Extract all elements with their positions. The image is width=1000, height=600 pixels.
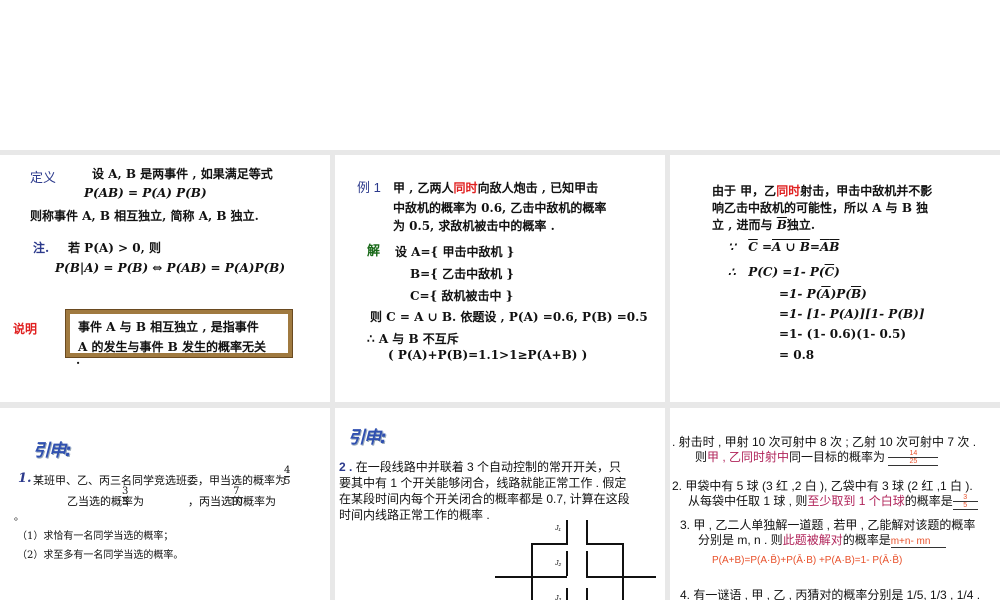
- solution-line-5: ∴ A 与 B 不互斥: [367, 332, 459, 346]
- eq3c: )P(: [830, 287, 851, 301]
- switch-j2-label: J₂: [555, 560, 562, 567]
- problem-4: 4. 有一谜语 , 甲 , 乙 , 丙猜对的概率分别是 1/5, 1/3 , 1…: [680, 588, 981, 600]
- fraction-3-5: 35: [122, 486, 129, 508]
- eq2: P(C) =1- P(: [748, 265, 825, 279]
- eq1-b: B: [829, 240, 840, 254]
- eq3b: A: [821, 287, 831, 301]
- explain-line-2: A 的发生与事件 B 发生的概率无关: [78, 340, 266, 354]
- slide-3[interactable]: 由于 甲，乙同时射击，甲击中敌机并不影 响乙击中敌机的可能性，所以 A 与 B …: [670, 155, 1000, 402]
- p1b: 则: [695, 450, 708, 464]
- p3-highlight: 此题被解对: [782, 533, 843, 547]
- p2b: 从每袋中任取 1 球 , 则: [688, 494, 808, 508]
- slide-4[interactable]: 引申: 1. 某班甲、乙、丙三名同学竞选班委，甲当选的概率为 45 乙当选的概率…: [0, 408, 330, 600]
- eq2-end: ): [834, 265, 840, 279]
- question-2: （2）求至多有一名同学当选的概率。: [17, 550, 184, 561]
- eq3e: ): [861, 287, 867, 301]
- note-equation: P(B|A) = P(B) ⇔ P(AB) = P(A)P(B): [55, 261, 285, 275]
- note-text: 若 P(A) > 0, 则: [68, 241, 161, 255]
- solution-line-2: B={ 乙击中敌机 }: [410, 267, 514, 281]
- eq1-union: A ∪ B: [772, 240, 810, 254]
- eq1-eq2: =: [809, 240, 820, 254]
- reason-line-2: 响乙击中敌机的可能性，所以 A 与 B 独: [712, 201, 929, 215]
- eq2-c: C: [824, 265, 835, 279]
- extension-title: 引申:: [33, 441, 72, 461]
- reason-line-3a: 立 , 进而: [712, 218, 761, 232]
- formula: P(A+B)=P(A·B̄)+P(Ā·B) +P(A·B)=1- P(Ā·B̄): [712, 555, 903, 566]
- p3b: 分别是 m, n . 则: [698, 533, 783, 547]
- example-highlight: 同时: [453, 181, 478, 195]
- p2-highlight: 至少取到 1 个白球: [807, 494, 905, 508]
- switch-j3-label: J₃: [555, 595, 562, 600]
- reason-line-1a: 由于 甲，乙: [712, 184, 777, 198]
- problem-number: 2 .: [339, 460, 353, 474]
- trailing-dot: .: [76, 353, 81, 367]
- explain-label: 说明: [13, 322, 38, 336]
- p2d: 的概率是: [904, 494, 953, 508]
- reason-line-3d: 独立.: [786, 218, 816, 232]
- fraction-7-10: 7 10: [230, 486, 243, 508]
- example-line-1a: 甲 , 乙两人: [393, 181, 454, 195]
- example-line-1b: 向敌人炮击 , 已知甲击: [477, 181, 599, 195]
- definition-label: 定义: [30, 170, 57, 185]
- eq1-eq: =: [761, 240, 772, 254]
- solution-line-6: ( P(A)+P(B)=1.1>1≥P(A+B) ): [388, 348, 588, 362]
- extension-title: 引申:: [348, 428, 387, 448]
- slide-5[interactable]: 引申: 2 . 在一段线路中并联着 3 个自动控制的常开开关，只 要其中有 1 …: [335, 408, 665, 600]
- therefore-symbol: ∴: [728, 265, 736, 279]
- problem-number: 1.: [18, 471, 32, 486]
- fraction-4-5: 45: [284, 465, 291, 487]
- eq1-c: C: [748, 240, 758, 254]
- example-line-3: 为 0.5, 求敌机被击中的概率 .: [393, 219, 555, 233]
- problem-line-3: 在某段时间内每个开关闭合的概率都是 0.7, 计算在这段: [339, 492, 630, 506]
- problem-line-2a: 乙当选的概率为: [67, 495, 144, 508]
- problem-line-2: 要其中有 1 个开关能够闭合，线路就能正常工作 . 假定: [339, 476, 627, 490]
- example-label: 例 1: [357, 180, 381, 195]
- example-line-2: 中敌机的概率为 0.6, 乙击中敌机的概率: [393, 201, 607, 215]
- definition-equation: P(AB) = P(A) P(B): [84, 186, 207, 200]
- note-label: 注.: [33, 241, 50, 255]
- eq6: = 0.8: [779, 348, 815, 362]
- eq1-a: A: [819, 240, 830, 254]
- definition-text: 设 A, B 是两事件 , 如果满足等式: [92, 167, 273, 181]
- eq3d: B: [850, 287, 862, 301]
- answer-2: 35: [952, 494, 978, 510]
- question-1: （1）求恰有一名同学当选的概率；: [17, 531, 174, 542]
- eq3a: =1- P(: [779, 287, 822, 301]
- answer-3: m+n- mn: [890, 536, 946, 548]
- solution-line-1: 设 A={ 甲击中敌机 }: [395, 245, 515, 259]
- explain-line-1: 事件 A 与 B 相互独立 , 是指事件: [78, 320, 259, 334]
- p1-highlight: 甲 , 乙同时射中: [707, 450, 790, 464]
- problem-end: 。: [14, 512, 24, 523]
- solution-line-4: 则 C = A ∪ B. 依题设 , P(A) =0.6, P(B) =0.5: [370, 310, 648, 324]
- solution-line-3: C={ 敌机被击中 }: [410, 289, 514, 303]
- explain-box: 事件 A 与 B 相互独立 , 是指事件 A 的发生与事件 B 发生的概率无关: [65, 309, 293, 358]
- solution-label: 解: [367, 244, 381, 259]
- because-symbol: ∵: [728, 240, 736, 254]
- reason-line-3b: 与: [760, 218, 777, 232]
- switch-j1-label: J₁: [555, 525, 561, 532]
- b-complement: B: [776, 218, 787, 232]
- reason-highlight: 同时: [776, 184, 801, 198]
- slide-6[interactable]: . 射击时 , 甲射 10 次可射中 8 次 ; 乙射 10 次可射中 7 次 …: [670, 408, 1000, 600]
- p3d: 的概率是: [842, 533, 891, 547]
- slide-1[interactable]: 定义 设 A, B 是两事件 , 如果满足等式 P(AB) = P(A) P(B…: [0, 155, 330, 402]
- answer-1: 14 25: [888, 450, 939, 466]
- problem-line-1: 某班甲、乙、丙三名同学竞选班委，甲当选的概率为: [33, 474, 286, 487]
- problem-line-1: 在一段线路中并联着 3 个自动控制的常开开关，只: [355, 460, 622, 474]
- problem-line-4: 时间内线路正常工作的概率 .: [339, 508, 490, 522]
- eq5: =1- (1- 0.6)(1- 0.5): [779, 327, 907, 341]
- definition-conclusion: 则称事件 A, B 相互独立, 简称 A, B 独立.: [30, 209, 259, 223]
- eq4: =1- [1- P(A)][1- P(B)]: [779, 307, 925, 321]
- reason-line-1b: 射击，甲击中敌机并不影: [800, 184, 933, 198]
- slide-2[interactable]: 例 1 甲 , 乙两人同时向敌人炮击 , 已知甲击 中敌机的概率为 0.6, 乙…: [335, 155, 665, 402]
- p1d: 同一目标的概率为: [789, 450, 886, 464]
